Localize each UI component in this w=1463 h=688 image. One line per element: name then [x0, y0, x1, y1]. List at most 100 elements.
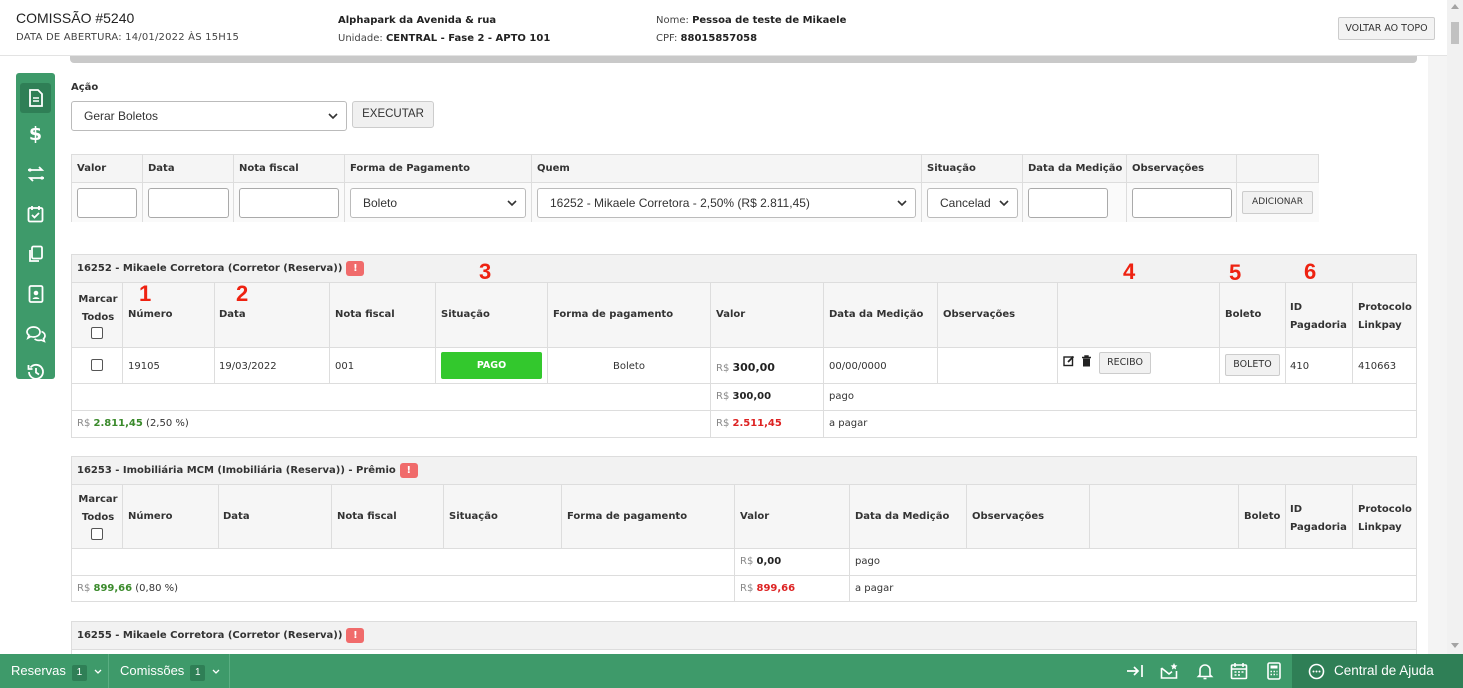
- col-situacao: Situação: [449, 511, 498, 522]
- group-header: 16253 - Imobiliária MCM (Imobiliária (Re…: [72, 457, 1416, 485]
- data-input[interactable]: [148, 188, 229, 218]
- dollar-icon[interactable]: $: [20, 119, 51, 149]
- comissoes-menu[interactable]: Comissões 1: [120, 654, 220, 688]
- pago-label: pago: [855, 556, 880, 567]
- document-icon[interactable]: [20, 83, 51, 113]
- annotation-5: 5: [1229, 260, 1242, 285]
- col-nota-fiscal: Nota fiscal: [337, 511, 397, 522]
- mail-star-icon[interactable]: [1160, 662, 1178, 680]
- transfer-icon[interactable]: [20, 159, 51, 189]
- form-col-situacao: Situação: [922, 155, 1023, 182]
- action-select[interactable]: Gerar Boletos: [71, 101, 347, 131]
- col-id-pagadoria: ID Pagadoria: [1290, 504, 1347, 533]
- row-valor: R$ 300,00: [716, 361, 775, 374]
- contact-file-icon[interactable]: [20, 279, 51, 309]
- situacao-select[interactable]: Cancelad: [927, 188, 1018, 218]
- col-numero: Número: [128, 511, 173, 522]
- group-title: 16255 - Mikaele Corretora (Corretor (Res…: [77, 630, 343, 641]
- recibo-button[interactable]: RECIBO: [1099, 352, 1151, 374]
- select-all-checkbox[interactable]: [91, 327, 103, 339]
- chevron-down-icon: [328, 113, 338, 120]
- calendar-icon[interactable]: [1230, 662, 1248, 680]
- col-data-medicao: Data da Medição: [829, 309, 924, 320]
- help-center-label: Central de Ajuda: [1334, 663, 1434, 678]
- col-boleto: Boleto: [1244, 511, 1281, 522]
- commission-group-16252: 16252 - Mikaele Corretora (Corretor (Res…: [71, 254, 1417, 438]
- col-numero: Número: [128, 309, 173, 320]
- col-nota-fiscal: Nota fiscal: [335, 309, 395, 320]
- group-header: 16255 - Mikaele Corretora (Corretor (Res…: [72, 622, 1416, 650]
- form-col-medicao: Data da Medição: [1023, 155, 1127, 182]
- warning-badge[interactable]: !: [346, 261, 365, 276]
- col-observacoes: Observações: [972, 511, 1045, 522]
- col-valor: Valor: [716, 309, 746, 320]
- chevron-down-icon: [999, 199, 1009, 207]
- row-data: 19/03/2022: [219, 361, 277, 372]
- nota-fiscal-input[interactable]: [239, 188, 339, 218]
- help-center-button[interactable]: Central de Ajuda: [1292, 654, 1463, 688]
- pago-total: R$ 0,00: [740, 556, 782, 567]
- edit-icon[interactable]: [1063, 355, 1075, 367]
- status-badge[interactable]: PAGO: [441, 352, 542, 379]
- a-pagar-total: R$ 899,66: [740, 583, 796, 594]
- sign-in-icon[interactable]: [1126, 662, 1144, 680]
- calendar-check-icon[interactable]: [20, 199, 51, 229]
- row-medicao: 00/00/0000: [829, 361, 887, 372]
- commission-group-16253: 16253 - Imobiliária MCM (Imobiliária (Re…: [71, 456, 1417, 602]
- col-data: Data: [219, 309, 246, 320]
- commission-total: R$ 2.811,45 (2,50 %): [77, 418, 189, 429]
- bell-icon[interactable]: [1196, 662, 1214, 680]
- col-situacao: Situação: [441, 309, 490, 320]
- copy-icon[interactable]: [20, 239, 51, 269]
- form-col-data: Data: [143, 155, 234, 182]
- add-button[interactable]: ADICIONAR: [1242, 191, 1313, 214]
- unidade-label: Unidade:: [338, 33, 383, 44]
- page-title: COMISSÃO #5240: [16, 10, 135, 26]
- add-payment-form: Valor Data Nota fiscal Forma de Pagament…: [71, 154, 1319, 222]
- row-checkbox[interactable]: [91, 359, 103, 371]
- col-protocolo-linkpay: Protocolo Linkpay: [1358, 504, 1412, 533]
- bottom-bar: Reservas 1 Comissões 1 Central de Ajuda: [0, 654, 1463, 688]
- action-label: Ação: [71, 82, 99, 93]
- group-title: 16253 - Imobiliária MCM (Imobiliária (Re…: [77, 465, 396, 476]
- commission-total: R$ 899,66 (0,80 %): [77, 583, 179, 594]
- warning-badge[interactable]: !: [346, 628, 365, 643]
- form-col-quem: Quem: [532, 155, 922, 182]
- form-col-forma: Forma de Pagamento: [345, 155, 532, 182]
- forma-pagamento-select[interactable]: Boleto: [350, 188, 526, 218]
- data-medicao-input[interactable]: [1028, 188, 1108, 218]
- comissoes-count: 1: [190, 665, 206, 681]
- col-forma-pagamento: Forma de pagamento: [567, 511, 688, 522]
- col-observacoes: Observações: [943, 309, 1016, 320]
- select-all-checkbox[interactable]: [91, 528, 103, 540]
- cpf-value: 88015857058: [680, 33, 758, 44]
- form-col-valor: Valor: [72, 155, 143, 182]
- col-boleto: Boleto: [1225, 309, 1262, 320]
- col-marcar-todos: Marcar Todos: [78, 494, 118, 523]
- boleto-button[interactable]: BOLETO: [1225, 354, 1280, 376]
- group-header: 16252 - Mikaele Corretora (Corretor (Res…: [72, 255, 1416, 283]
- execute-button[interactable]: EXECUTAR: [352, 101, 434, 128]
- col-protocolo-linkpay: Protocolo Linkpay: [1358, 302, 1412, 331]
- scroll-up-arrow[interactable]: [1451, 4, 1459, 9]
- row-numero: 19105: [128, 361, 160, 372]
- a-pagar-total: R$ 2.511,45: [716, 418, 782, 429]
- scroll-thumb[interactable]: [1451, 22, 1459, 44]
- quem-select[interactable]: 16252 - Mikaele Corretora - 2,50% (R$ 2.…: [537, 188, 916, 218]
- observacoes-input[interactable]: [1132, 188, 1232, 218]
- chat-icon[interactable]: [20, 319, 51, 349]
- valor-input[interactable]: [77, 188, 137, 218]
- section-divider: [70, 56, 1417, 63]
- warning-badge[interactable]: !: [399, 463, 418, 478]
- calculator-icon[interactable]: [1265, 662, 1283, 680]
- trash-icon[interactable]: [1081, 355, 1092, 367]
- page-scrollbar[interactable]: [1447, 0, 1463, 654]
- back-to-top-button[interactable]: VOLTAR AO TOPO: [1338, 17, 1435, 40]
- history-icon[interactable]: [20, 357, 51, 387]
- reservas-menu[interactable]: Reservas 1: [11, 654, 102, 688]
- client-info: Nome: Pessoa de teste de Mikaele CPF: 88…: [656, 12, 846, 48]
- empreendimento: Alphapark da Avenida & rua: [338, 15, 497, 26]
- a-pagar-label: a pagar: [855, 583, 894, 594]
- scroll-down-arrow[interactable]: [1451, 643, 1459, 648]
- annotation-1: 1: [139, 281, 152, 306]
